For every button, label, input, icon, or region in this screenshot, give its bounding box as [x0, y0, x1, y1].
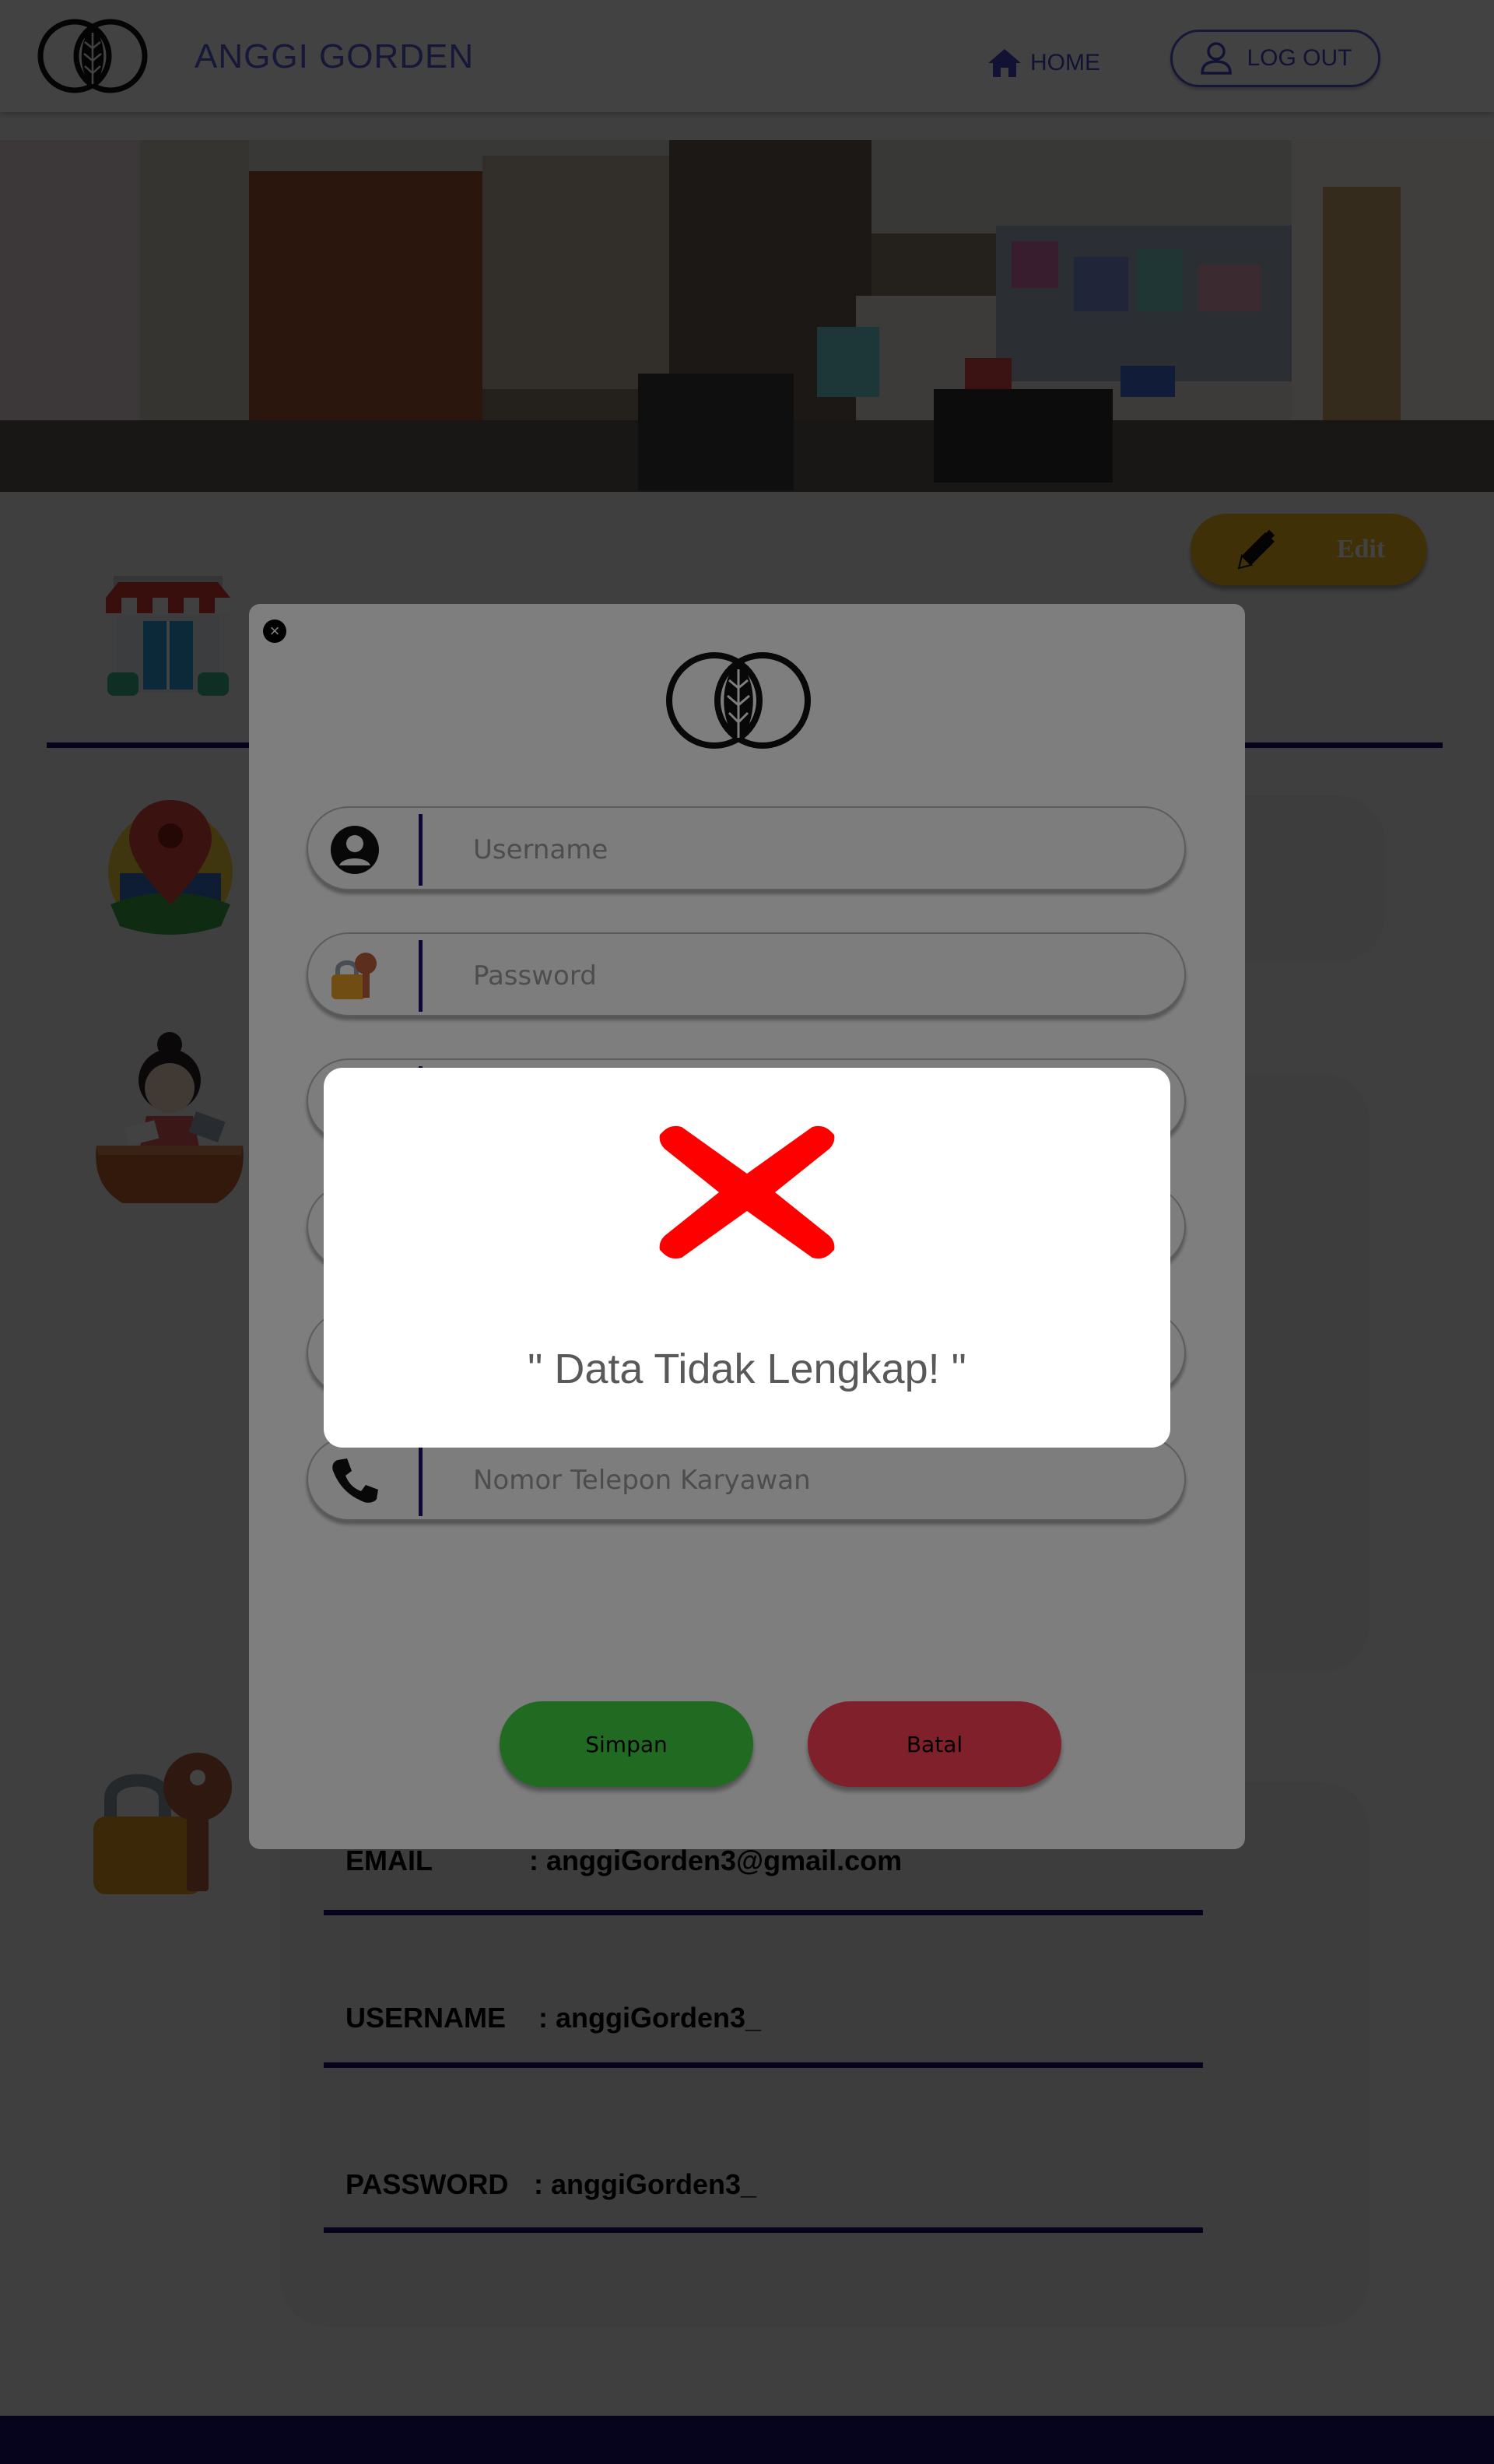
error-x-icon	[659, 1125, 835, 1259]
alert-message: " Data Tidak Lengkap! "	[528, 1346, 966, 1392]
